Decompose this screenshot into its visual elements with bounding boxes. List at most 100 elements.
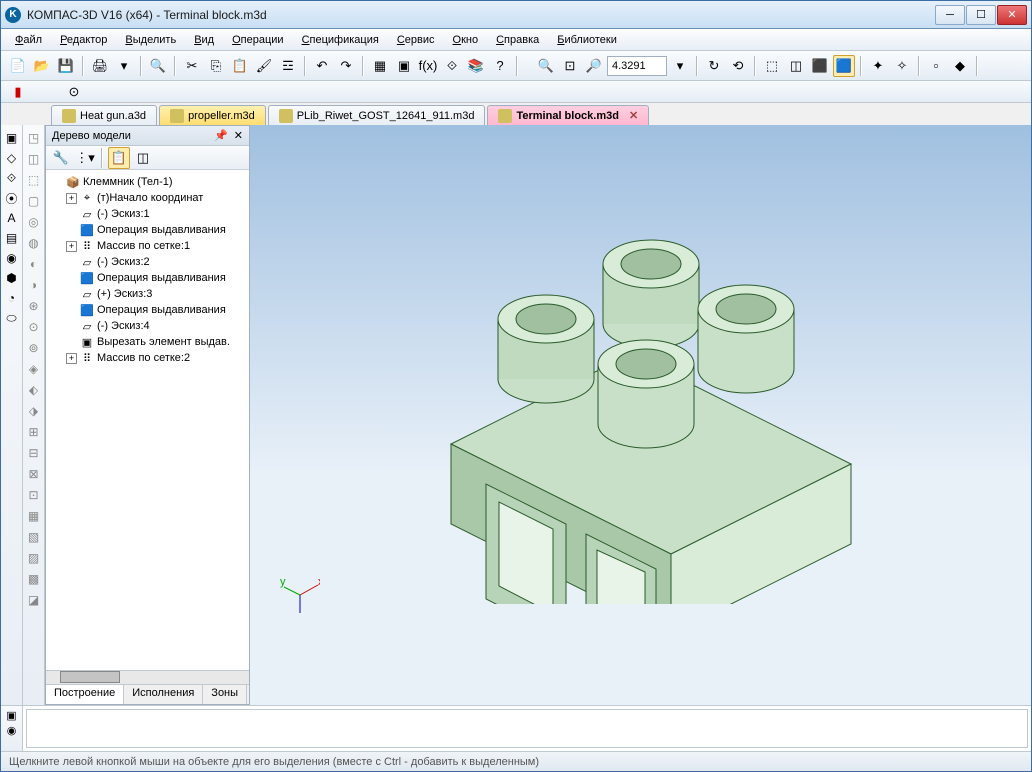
copy-button[interactable]: ⎘	[205, 55, 227, 77]
tool-icon[interactable]: ▧	[25, 528, 43, 546]
cut-button[interactable]: ✂	[181, 55, 203, 77]
print-button[interactable]: 🖨	[89, 55, 111, 77]
tool-icon[interactable]: ◪	[25, 591, 43, 609]
tool-icon[interactable]: ◍	[25, 234, 43, 252]
menu-item[interactable]: Файл	[7, 32, 50, 48]
tree-tool-button[interactable]: 🔧	[50, 147, 72, 169]
save-button[interactable]: 💾	[55, 55, 77, 77]
tool-icon[interactable]: ⬢	[3, 269, 21, 287]
zoom-fit-button[interactable]: ⊡	[559, 55, 581, 77]
new-button[interactable]: 📄	[7, 55, 29, 77]
view-button[interactable]: ⬛	[809, 55, 831, 77]
panel-tab[interactable]: Построение	[46, 685, 124, 704]
model-tree[interactable]: 📦Клеммник (Тел-1)+⌖(т)Начало координат▱(…	[46, 170, 249, 670]
menu-item[interactable]: Сервис	[389, 32, 443, 48]
tree-node[interactable]: +⠿Массив по сетке:2	[48, 350, 247, 366]
tree-node[interactable]: ▱(-) Эскиз:1	[48, 206, 247, 222]
open-button[interactable]: 📂	[31, 55, 53, 77]
panel-close-icon[interactable]: ✕	[234, 129, 243, 142]
menu-item[interactable]: Спецификация	[294, 32, 387, 48]
tool-icon[interactable]: ▢	[25, 192, 43, 210]
menu-item[interactable]: Справка	[488, 32, 547, 48]
tool-icon[interactable]: ⊚	[25, 339, 43, 357]
tool-icon[interactable]: ⟐	[3, 169, 21, 187]
tool-button[interactable]: ⟐	[441, 55, 463, 77]
tool-icon[interactable]: ⦿	[3, 189, 21, 207]
help-button[interactable]: ?	[489, 55, 511, 77]
tree-node[interactable]: 📦Клеммник (Тел-1)	[48, 174, 247, 190]
menu-item[interactable]: Выделить	[117, 32, 184, 48]
print-preview-button[interactable]: ▾	[113, 55, 135, 77]
tool-button[interactable]: ⊙	[63, 81, 85, 103]
tool-icon[interactable]: ◉	[3, 249, 21, 267]
tool-icon[interactable]: ▤	[3, 229, 21, 247]
tree-node[interactable]: ▣Вырезать элемент выдав.	[48, 334, 247, 350]
tool-icon[interactable]: ◫	[25, 150, 43, 168]
tool-button[interactable]: ✦	[867, 55, 889, 77]
tool-icon[interactable]: ⊞	[25, 423, 43, 441]
dropdown-icon[interactable]: ▾	[669, 55, 691, 77]
expand-icon[interactable]: +	[66, 353, 77, 364]
panel-hscroll[interactable]	[46, 670, 249, 684]
tool-icon[interactable]: ▩	[25, 570, 43, 588]
close-button[interactable]: ✕	[997, 5, 1027, 25]
tool-icon[interactable]: ◔	[3, 289, 21, 307]
tool-icon[interactable]: A	[3, 209, 21, 227]
command-line-area[interactable]	[26, 709, 1028, 748]
tool-icon[interactable]: ▨	[25, 549, 43, 567]
menu-item[interactable]: Операции	[224, 32, 291, 48]
tree-tool-button[interactable]: ◫	[132, 147, 154, 169]
tool-icon[interactable]: ◳	[25, 129, 43, 147]
tool-button[interactable]: ▦	[369, 55, 391, 77]
zoom-button[interactable]: 🔎	[583, 55, 605, 77]
expand-icon[interactable]: +	[66, 193, 77, 204]
tree-tool-button[interactable]: 📋	[108, 147, 130, 169]
tool-button[interactable]: ▫	[925, 55, 947, 77]
menu-item[interactable]: Окно	[445, 32, 487, 48]
tool-icon[interactable]: ◈	[25, 360, 43, 378]
tree-tool-button[interactable]: ⋮▾	[74, 147, 96, 169]
stop-button[interactable]: ▮	[7, 81, 29, 103]
tab-close-icon[interactable]: ✕	[629, 109, 638, 122]
view-button[interactable]: ◫	[785, 55, 807, 77]
tool-button[interactable]: ✧	[891, 55, 913, 77]
tool-icon[interactable]: ⬚	[25, 171, 43, 189]
tool-icon[interactable]: ⬖	[25, 381, 43, 399]
orbit-button[interactable]: ⟲	[727, 55, 749, 77]
rotate-button[interactable]: ↻	[703, 55, 725, 77]
view-button[interactable]: ⬚	[761, 55, 783, 77]
lib-button[interactable]: 📚	[465, 55, 487, 77]
tree-node[interactable]: ▱(-) Эскиз:4	[48, 318, 247, 334]
tool-icon[interactable]: ◎	[25, 213, 43, 231]
view-shaded-button[interactable]: 🟦	[833, 55, 855, 77]
tree-node[interactable]: +⠿Массив по сетке:1	[48, 238, 247, 254]
document-tab[interactable]: Terminal block.m3d✕	[487, 105, 649, 125]
panel-tab[interactable]: Зоны	[203, 685, 247, 704]
brush-button[interactable]: 🖌	[253, 55, 275, 77]
redo-button[interactable]: ↷	[335, 55, 357, 77]
tree-node[interactable]: 🟦Операция выдавливания	[48, 222, 247, 238]
zoom-combo[interactable]: 4.3291	[607, 56, 667, 76]
zoom-in-button[interactable]: 🔍	[535, 55, 557, 77]
tool-icon[interactable]: ◑	[25, 276, 43, 294]
tree-node[interactable]: ▱(-) Эскиз:2	[48, 254, 247, 270]
pin-icon[interactable]: 📌	[214, 129, 228, 142]
tree-node[interactable]: 🟦Операция выдавливания	[48, 270, 247, 286]
tree-node[interactable]: 🟦Операция выдавливания	[48, 302, 247, 318]
menu-item[interactable]: Библиотеки	[549, 32, 625, 48]
menu-item[interactable]: Редактор	[52, 32, 115, 48]
maximize-button[interactable]: ☐	[966, 5, 996, 25]
tool-icon[interactable]: ◇	[3, 149, 21, 167]
tool-button[interactable]: ▣	[393, 55, 415, 77]
menu-item[interactable]: Вид	[186, 32, 222, 48]
tool-icon[interactable]: ⊛	[25, 297, 43, 315]
undo-button[interactable]: ↶	[311, 55, 333, 77]
tool-button[interactable]: ◆	[949, 55, 971, 77]
tool-icon[interactable]: ⬗	[25, 402, 43, 420]
paste-button[interactable]: 📋	[229, 55, 251, 77]
tree-node[interactable]: +⌖(т)Начало координат	[48, 190, 247, 206]
tool-icon[interactable]: ⊡	[25, 486, 43, 504]
minimize-button[interactable]: ─	[935, 5, 965, 25]
fx-button[interactable]: f(x)	[417, 55, 439, 77]
tool-icon[interactable]: ⊠	[25, 465, 43, 483]
